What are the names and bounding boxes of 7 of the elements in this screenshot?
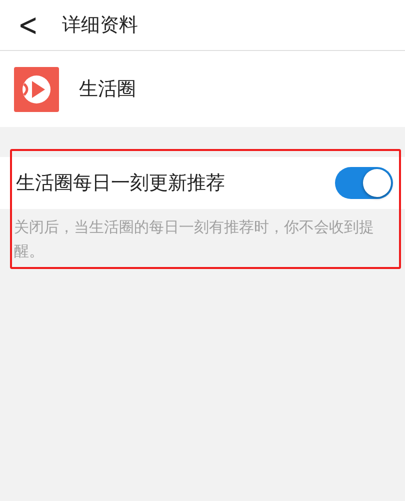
setting-label: 生活圈每日一刻更新推荐 xyxy=(16,171,225,196)
app-logo-icon xyxy=(14,66,59,112)
app-name: 生活圈 xyxy=(79,77,136,102)
toggle-switch[interactable] xyxy=(335,167,393,199)
setting-description: 关闭后，当生活圈的每日一刻有推荐时，你不会收到提醒。 xyxy=(13,217,375,262)
page-title: 详细资料 xyxy=(62,13,138,38)
back-button[interactable]: < xyxy=(14,9,42,41)
